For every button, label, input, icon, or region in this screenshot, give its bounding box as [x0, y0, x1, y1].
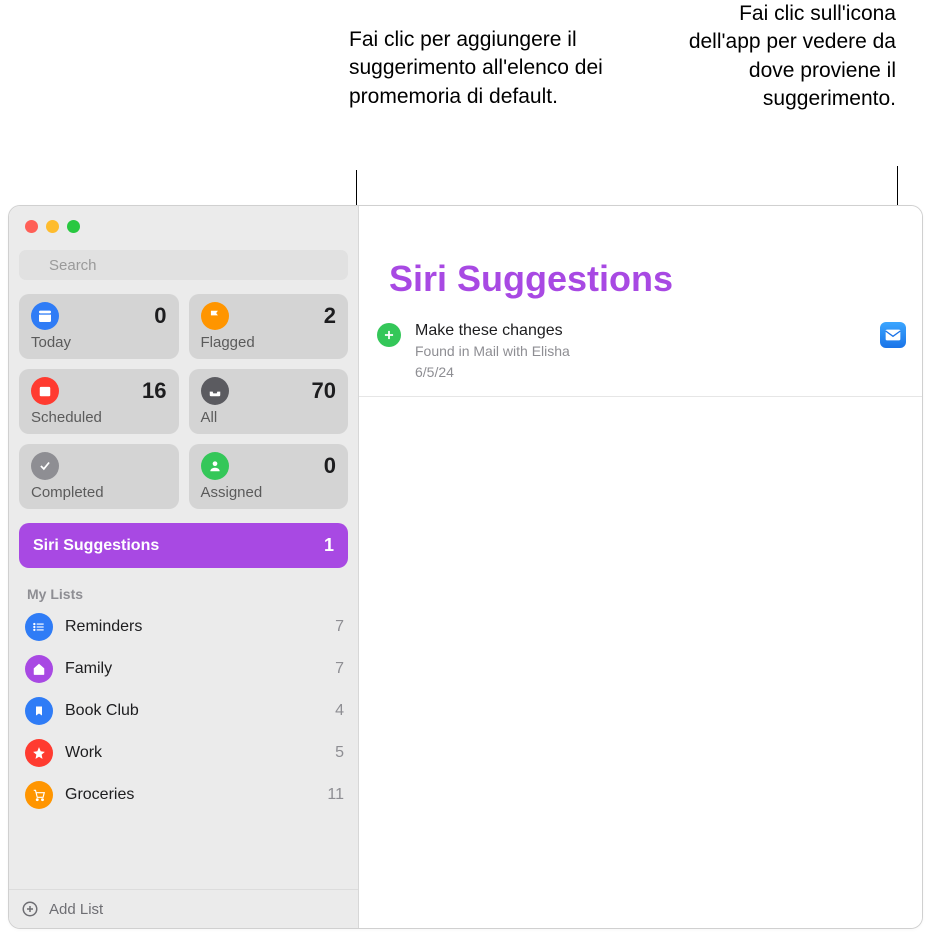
list-item[interactable]: Reminders 7	[17, 606, 352, 648]
callout-app-icon: Fai clic sull'icona dell'app per vedere …	[666, 0, 896, 113]
cart-icon	[25, 781, 53, 809]
smart-completed-label: Completed	[31, 484, 167, 501]
suggestion-found-in: Found in Mail with Elisha	[415, 342, 880, 361]
mail-app-icon[interactable]	[880, 322, 906, 348]
minimize-window-button[interactable]	[46, 220, 59, 233]
list-row-name: Work	[65, 744, 323, 762]
list-row-name: Reminders	[65, 618, 323, 636]
callout-add: Fai clic per aggiungere il suggerimento …	[349, 26, 659, 111]
list-item[interactable]: Groceries 11	[17, 774, 352, 816]
smart-completed[interactable]: Completed	[19, 444, 179, 509]
my-lists: Reminders 7 Family 7 Book Club 4	[9, 606, 358, 889]
search-input[interactable]	[19, 250, 348, 280]
smart-flagged-count: 2	[324, 303, 336, 329]
list-bullet-icon	[25, 613, 53, 641]
list-row-name: Groceries	[65, 786, 315, 804]
flag-icon	[201, 302, 229, 330]
smart-all-label: All	[201, 409, 337, 426]
sidebar-section-header: My Lists	[9, 568, 358, 606]
list-row-name: Book Club	[65, 702, 323, 720]
smart-today-count: 0	[154, 303, 166, 329]
suggestion-row: Make these changes Found in Mail with El…	[359, 322, 922, 397]
close-window-button[interactable]	[25, 220, 38, 233]
smart-assigned-label: Assigned	[201, 484, 337, 501]
smart-assigned[interactable]: 0 Assigned	[189, 444, 349, 509]
list-row-count: 5	[335, 744, 344, 762]
suggestion-title: Make these changes	[415, 322, 880, 340]
list-item[interactable]: Book Club 4	[17, 690, 352, 732]
add-list-label: Add List	[49, 901, 103, 918]
add-suggestion-button[interactable]	[377, 323, 401, 347]
list-row-count: 4	[335, 702, 344, 720]
list-row-count: 11	[327, 786, 344, 804]
zoom-window-button[interactable]	[67, 220, 80, 233]
list-row-count: 7	[335, 660, 344, 678]
smart-flagged[interactable]: 2 Flagged	[189, 294, 349, 359]
smart-flagged-label: Flagged	[201, 334, 337, 351]
window-controls	[9, 206, 358, 244]
home-icon	[25, 655, 53, 683]
smart-assigned-count: 0	[324, 453, 336, 479]
app-window: 0 Today 2 Flagged 16	[8, 205, 923, 929]
smart-today[interactable]: 0 Today	[19, 294, 179, 359]
smart-all-count: 70	[312, 378, 336, 404]
smart-today-label: Today	[31, 334, 167, 351]
add-list-button[interactable]: Add List	[9, 889, 358, 928]
siri-label: Siri Suggestions	[33, 537, 159, 555]
list-item[interactable]: Work 5	[17, 732, 352, 774]
smart-scheduled[interactable]: 16 Scheduled	[19, 369, 179, 434]
list-row-count: 7	[335, 618, 344, 636]
smart-lists-grid: 0 Today 2 Flagged 16	[9, 284, 358, 517]
tray-icon	[201, 377, 229, 405]
siri-count: 1	[324, 535, 334, 556]
smart-all[interactable]: 70 All	[189, 369, 349, 434]
smart-scheduled-label: Scheduled	[31, 409, 167, 426]
calendar-today-icon	[31, 302, 59, 330]
suggestion-date: 6/5/24	[415, 363, 880, 382]
calendar-icon	[31, 377, 59, 405]
main-content: Siri Suggestions Make these changes Foun…	[359, 206, 922, 928]
list-item[interactable]: Family 7	[17, 648, 352, 690]
smart-scheduled-count: 16	[142, 378, 166, 404]
list-row-name: Family	[65, 660, 323, 678]
checkmark-icon	[31, 452, 59, 480]
plus-circle-icon	[21, 900, 39, 918]
page-title: Siri Suggestions	[359, 206, 922, 300]
star-icon	[25, 739, 53, 767]
sidebar: 0 Today 2 Flagged 16	[9, 206, 359, 928]
sidebar-item-siri-suggestions[interactable]: Siri Suggestions 1	[19, 523, 348, 568]
person-icon	[201, 452, 229, 480]
bookmark-icon	[25, 697, 53, 725]
